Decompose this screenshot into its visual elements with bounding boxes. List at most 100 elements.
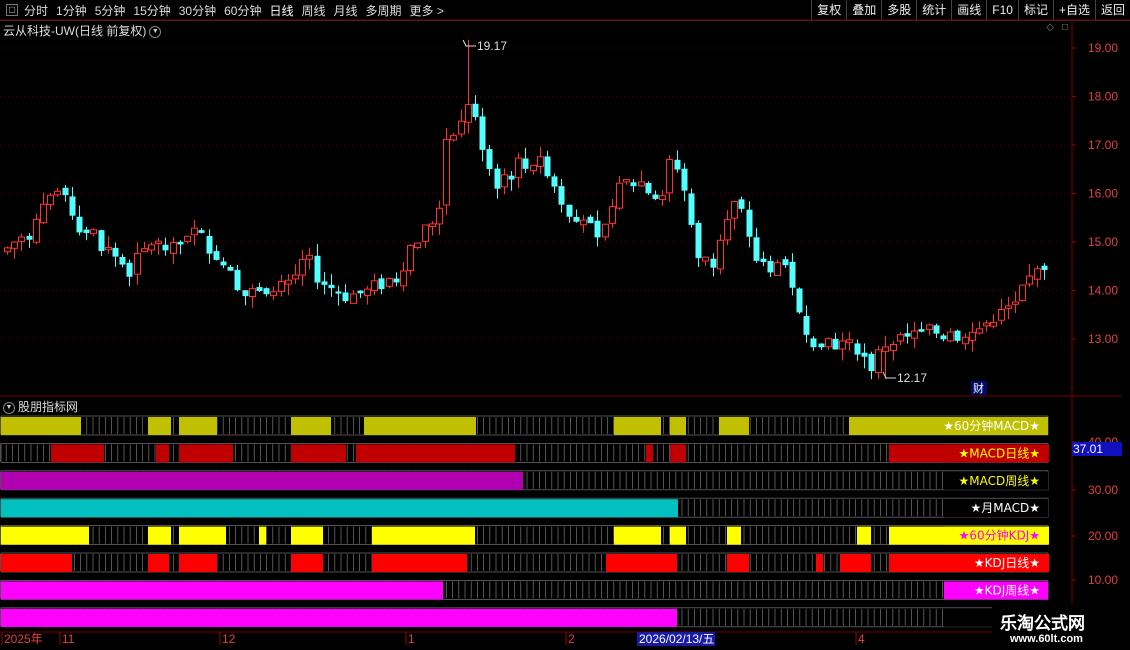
candle-body-up [1012, 301, 1019, 305]
candle-body-down [652, 194, 659, 199]
candle-body-up [11, 241, 18, 249]
chevron-down-icon[interactable]: ▼ [149, 25, 162, 38]
candle-body-down [746, 209, 753, 237]
candle-body-up [278, 280, 285, 292]
candle-body-down [760, 258, 767, 262]
candle-body-up [666, 159, 673, 194]
candle-body-up [306, 254, 313, 260]
candle-body-down [26, 235, 33, 240]
candle-body-down [710, 258, 717, 268]
candle-body-down [119, 256, 126, 265]
candle-body-up [436, 207, 443, 225]
strip-fill [1, 608, 677, 627]
candle-body-up [4, 247, 11, 253]
xaxis-label: 2025年 [4, 632, 43, 646]
candle-body-up [422, 224, 429, 242]
candle-body-up [184, 235, 191, 243]
strip-fill [840, 554, 871, 572]
candle-body-down [335, 291, 342, 294]
candle-body-up [33, 218, 40, 243]
candle-body-up [105, 246, 112, 251]
price-tick-label: 15.00 [1088, 235, 1118, 249]
strip-fill [156, 444, 169, 463]
strip-fill [372, 526, 475, 545]
candle-body-down [767, 261, 774, 273]
high-marker [462, 39, 476, 47]
strip-fill [148, 526, 171, 545]
candle-body-down [1041, 265, 1048, 270]
strip-fill [670, 526, 686, 545]
strip-fill [148, 417, 171, 435]
candle-body-down [810, 338, 817, 348]
candle-body-up [659, 195, 666, 201]
strip-fill [719, 417, 749, 435]
low-label: 12.17 [897, 371, 927, 385]
watermark-line2: www.60lt.com [1010, 633, 1083, 645]
candle-body-up [774, 262, 781, 276]
candle-body-up [285, 279, 292, 285]
candle-body-down [206, 235, 213, 254]
candle-body-down [753, 237, 760, 261]
candle-body-up [846, 339, 853, 343]
xaxis-label: 2 [568, 632, 575, 646]
candle-body-down [62, 187, 69, 196]
cursor-date: 2026/02/13/五 [639, 632, 714, 646]
strip-label: ★KDJ日线★ [974, 556, 1040, 570]
strip-fill [670, 417, 686, 435]
candle-body-down [861, 352, 868, 357]
strip-fill [291, 444, 346, 463]
candle-body-up [731, 201, 738, 219]
candle-body-up [998, 308, 1005, 321]
strip-label: ★60分钟MACD★ [943, 418, 1040, 433]
price-tick-label: 19.00 [1088, 41, 1118, 55]
chevron-down-icon[interactable]: ▼ [3, 401, 15, 414]
candle-body-down [695, 222, 702, 259]
price-tick-label: 18.00 [1088, 90, 1118, 104]
candle-body-up [407, 245, 414, 272]
xaxis-label: 12 [222, 632, 236, 646]
candle-body-up [882, 346, 889, 353]
strip-fill [179, 417, 217, 435]
candle-body-down [479, 116, 486, 150]
candle-body-up [969, 331, 976, 341]
chart-canvas[interactable]: 19.00 18.00 17.00 16.00 15.00 14.00 13.00 19.17… [0, 0, 1130, 650]
maximize-icon[interactable]: □ [1062, 22, 1068, 33]
candle-body-down [868, 353, 875, 372]
candle-body-up [299, 258, 306, 276]
strip-fill [606, 554, 677, 572]
candle-body-up [90, 229, 97, 235]
side-column [1122, 22, 1130, 632]
candle-body-up [501, 174, 508, 188]
candle-body-up [134, 253, 141, 275]
candle-body-down [954, 330, 961, 341]
strip-fill [670, 444, 686, 463]
strip-fill [614, 526, 661, 545]
candle-body-down [328, 284, 335, 289]
candle-body-down [321, 281, 328, 285]
candle-body-up [400, 270, 407, 287]
candle-body-down [378, 278, 385, 290]
candle-body-up [191, 227, 198, 236]
candle-body-up [983, 322, 990, 327]
candle-body-up [148, 244, 155, 251]
strip-fill [372, 554, 467, 572]
candle-body-up [890, 344, 897, 352]
xaxis-label: 1 [408, 632, 415, 646]
candle-body-down [630, 182, 637, 187]
candle-body-up [580, 219, 587, 226]
price-tick-label: 13.00 [1088, 332, 1118, 346]
candle-body-down [256, 287, 263, 291]
candle-body-up [623, 179, 630, 183]
candle-body-down [220, 261, 227, 266]
candle-body-up [170, 241, 177, 254]
candle-body-down [393, 278, 400, 283]
strip-fill [816, 554, 823, 572]
diamond-icon[interactable]: ◇ [1046, 22, 1054, 33]
candle-body-down [314, 255, 321, 283]
strip-fill [727, 554, 749, 572]
candle-body-down [76, 216, 83, 233]
candle-body-down [587, 216, 594, 224]
candle-body-up [990, 321, 997, 327]
candle-body-up [609, 206, 616, 224]
candle-body-down [522, 158, 529, 169]
